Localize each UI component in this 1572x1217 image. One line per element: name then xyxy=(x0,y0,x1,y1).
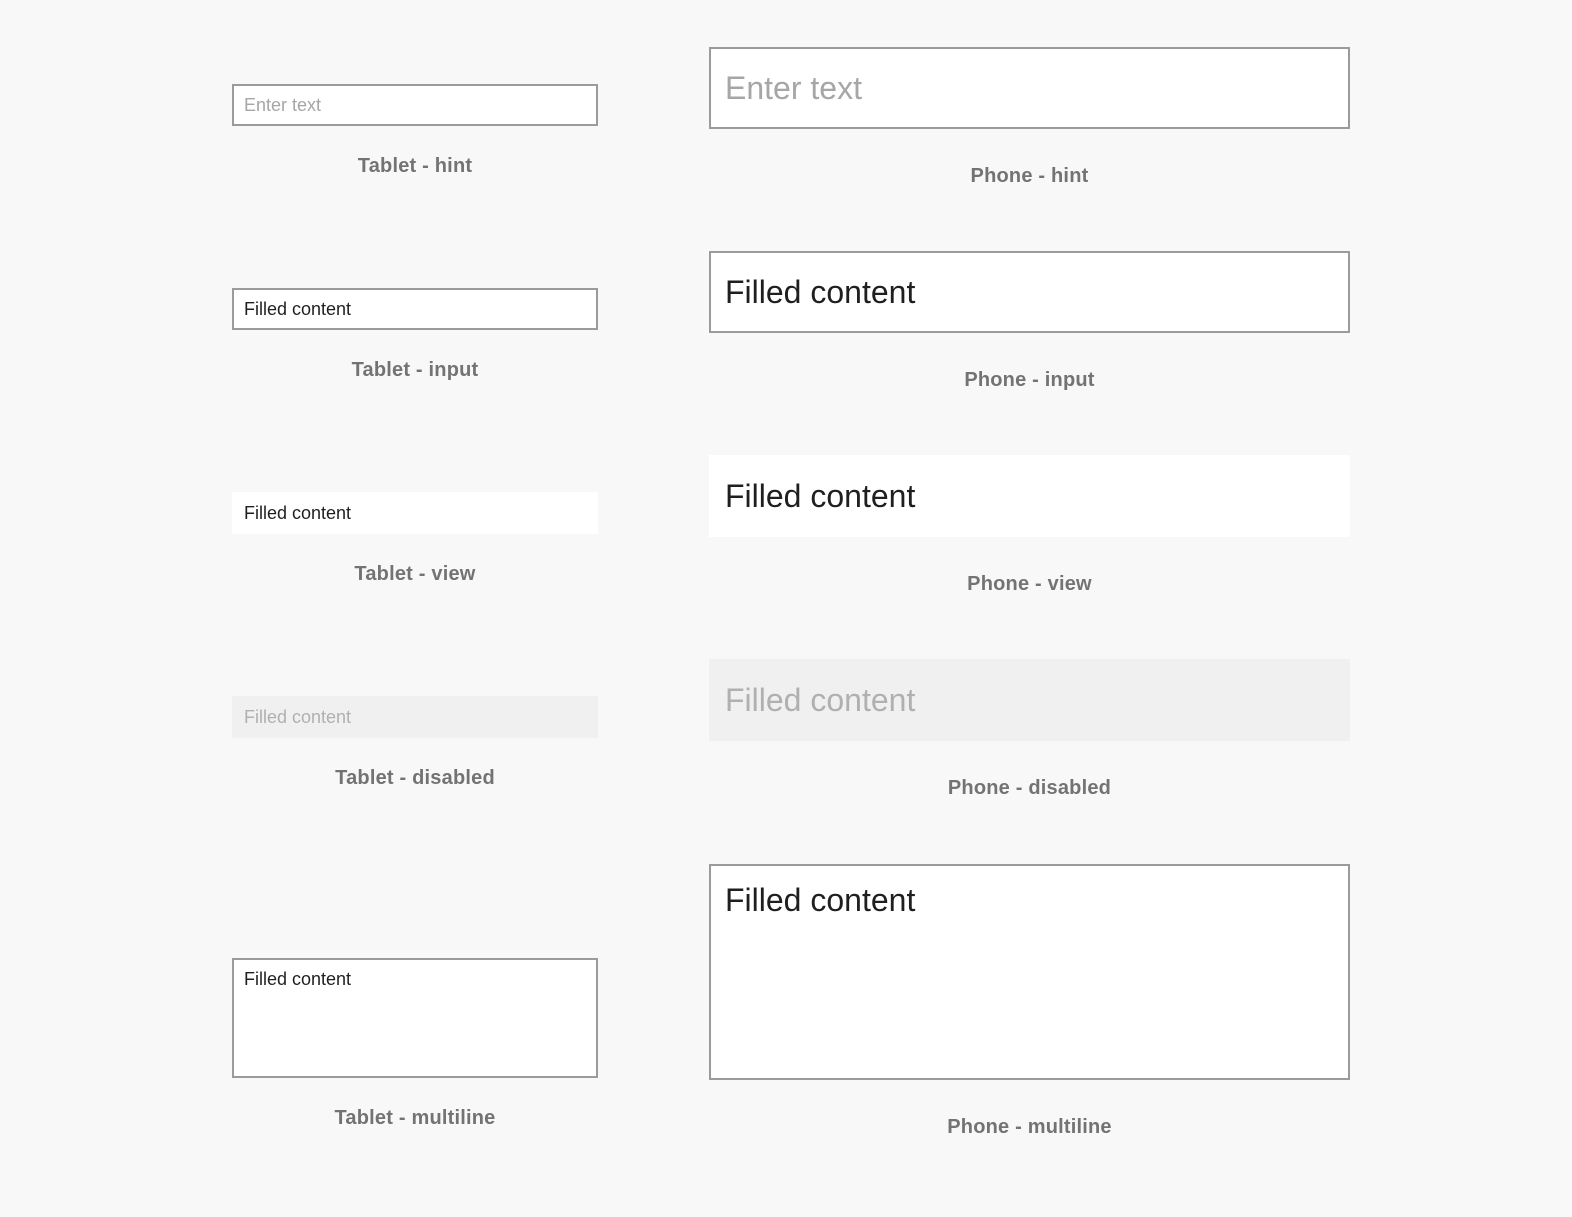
spec-row-tablet-input: Filled content Tablet - input xyxy=(232,288,598,382)
tablet-input-textfield[interactable]: Filled content xyxy=(232,288,598,330)
spec-row-tablet-hint: Enter text Tablet - hint xyxy=(232,84,598,178)
tablet-disabled-value: Filled content xyxy=(244,706,352,727)
tablet-multiline-textarea[interactable]: Filled content xyxy=(232,958,598,1078)
phone-disabled-value: Filled content xyxy=(725,681,916,718)
spec-row-phone-multiline: Filled content Phone - multiline xyxy=(709,864,1350,1139)
tablet-input-caption: Tablet - input xyxy=(351,359,479,381)
phone-view-textfield[interactable]: Filled content xyxy=(709,455,1350,537)
phone-view-caption: Phone - view xyxy=(967,573,1092,595)
phone-hint-placeholder: Enter text xyxy=(725,69,862,106)
phone-disabled-textfield: Filled content xyxy=(709,659,1350,741)
specimen-sheet: Enter text Tablet - hint Filled content … xyxy=(0,0,1572,1217)
phone-multiline-value: Filled content xyxy=(725,882,916,918)
spec-row-tablet-multiline: Filled content Tablet - multiline xyxy=(232,958,598,1130)
tablet-view-textfield[interactable]: Filled content xyxy=(232,492,598,534)
tablet-view-caption: Tablet - view xyxy=(354,563,476,585)
phone-input-textfield[interactable]: Filled content xyxy=(709,251,1350,333)
phone-input-caption: Phone - input xyxy=(964,369,1095,391)
phone-hint-caption: Phone - hint xyxy=(970,165,1089,187)
spec-row-tablet-disabled: Filled content Tablet - disabled xyxy=(232,696,598,790)
phone-input-value: Filled content xyxy=(725,273,916,310)
phone-hint-textfield[interactable]: Enter text xyxy=(709,47,1350,129)
tablet-multiline-caption: Tablet - multiline xyxy=(334,1107,496,1129)
tablet-hint-textfield[interactable]: Enter text xyxy=(232,84,598,126)
tablet-hint-caption: Tablet - hint xyxy=(357,155,473,177)
spec-row-phone-disabled: Filled content Phone - disabled xyxy=(709,659,1350,800)
tablet-multiline-value: Filled content xyxy=(244,969,352,989)
spec-row-phone-input: Filled content Phone - input xyxy=(709,251,1350,392)
phone-view-value: Filled content xyxy=(725,477,916,514)
spec-row-phone-hint: Enter text Phone - hint xyxy=(709,47,1350,188)
phone-multiline-caption: Phone - multiline xyxy=(947,1116,1112,1138)
phone-multiline-textarea[interactable]: Filled content xyxy=(709,864,1350,1080)
tablet-disabled-caption: Tablet - disabled xyxy=(335,767,495,789)
tablet-view-value: Filled content xyxy=(244,502,352,523)
phone-disabled-caption: Phone - disabled xyxy=(947,777,1112,799)
spec-row-tablet-view: Filled content Tablet - view xyxy=(232,492,598,586)
tablet-input-value: Filled content xyxy=(244,298,352,319)
tablet-disabled-textfield: Filled content xyxy=(232,696,598,738)
tablet-hint-placeholder: Enter text xyxy=(244,94,322,115)
spec-row-phone-view: Filled content Phone - view xyxy=(709,455,1350,596)
